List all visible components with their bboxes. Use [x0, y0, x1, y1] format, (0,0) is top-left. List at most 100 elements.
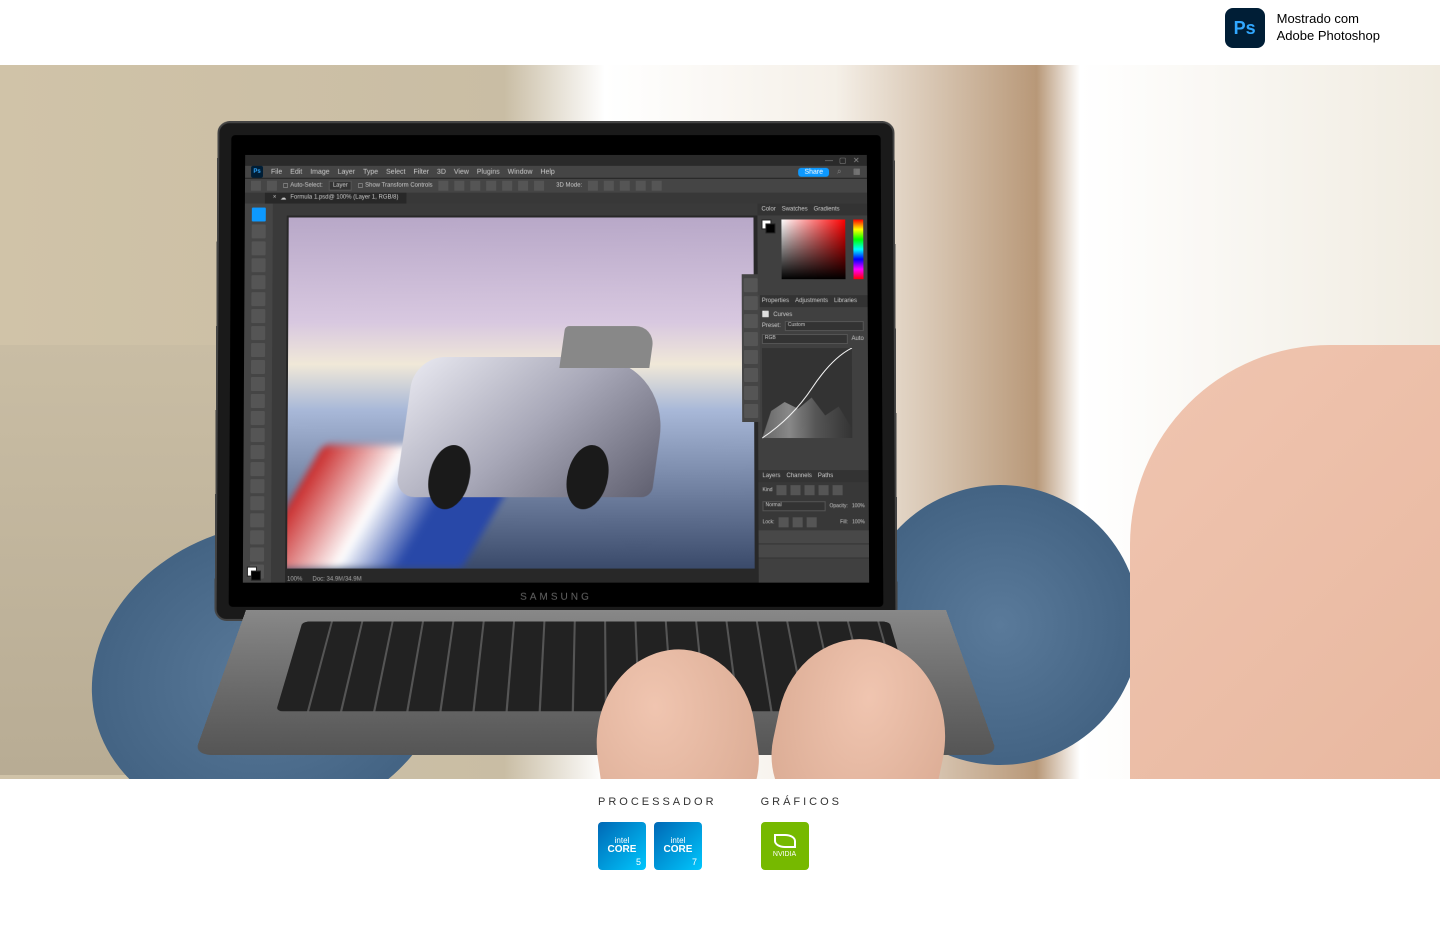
document-canvas[interactable]: [287, 218, 755, 569]
shown-with-text: Mostrado com Adobe Photoshop: [1277, 11, 1380, 45]
tab-properties[interactable]: Properties: [762, 298, 789, 304]
fill-value[interactable]: 100%: [852, 519, 865, 525]
menu-image[interactable]: Image: [310, 169, 329, 176]
panel-icon[interactable]: [744, 332, 758, 346]
marquee-tool-icon[interactable]: [252, 224, 266, 238]
laptop-screen: — ▢ ✕ Ps File Edit Image Layer Type Sele…: [243, 155, 869, 583]
menu-3d[interactable]: 3D: [437, 169, 446, 176]
panel-icon[interactable]: [744, 350, 758, 364]
panel-icon[interactable]: [744, 314, 758, 328]
distribute-icon[interactable]: [502, 181, 512, 191]
dodge-tool-icon[interactable]: [251, 445, 265, 459]
brush-tool-icon[interactable]: [251, 343, 265, 357]
menu-plugins[interactable]: Plugins: [477, 169, 500, 176]
menu-type[interactable]: Type: [363, 169, 378, 176]
tab-gradients[interactable]: Gradients: [814, 207, 840, 213]
move-tool-preset-icon[interactable]: [267, 181, 277, 191]
lock-icon[interactable]: [779, 517, 789, 527]
auto-select-checkbox[interactable]: ☐ Auto-Select:: [283, 182, 323, 189]
panel-icon[interactable]: [744, 386, 758, 400]
panel-icon[interactable]: [744, 278, 758, 292]
preset-dropdown[interactable]: Custom: [785, 321, 864, 331]
selection-tool-icon[interactable]: [252, 258, 266, 272]
lock-icon[interactable]: [807, 517, 817, 527]
menu-window[interactable]: Window: [508, 169, 533, 176]
blur-tool-icon[interactable]: [251, 428, 265, 442]
tab-libraries[interactable]: Libraries: [834, 298, 857, 304]
menu-view[interactable]: View: [454, 169, 469, 176]
menu-select[interactable]: Select: [386, 169, 405, 176]
menu-file[interactable]: File: [271, 169, 282, 176]
color-field[interactable]: [781, 219, 845, 279]
home-icon[interactable]: [251, 181, 261, 191]
mode-3d-icon[interactable]: [636, 181, 646, 191]
fg-bg-swatch[interactable]: [761, 219, 775, 293]
lock-icon[interactable]: [793, 517, 803, 527]
menu-help[interactable]: Help: [540, 169, 554, 176]
color-panel-tabs: Color Swatches Gradients: [757, 204, 867, 216]
menu-layer[interactable]: Layer: [338, 169, 355, 176]
layer-row[interactable]: [759, 544, 869, 558]
hand-tool-icon[interactable]: [250, 530, 264, 544]
mode-3d-icon[interactable]: [620, 181, 630, 191]
auto-button[interactable]: Auto: [851, 336, 863, 342]
workspace-icon[interactable]: ▦: [853, 168, 861, 176]
more-icon[interactable]: [534, 181, 544, 191]
panel-icon[interactable]: [744, 368, 758, 382]
canvas-area: 100% Doc: 34.9M/34.9M: [271, 204, 759, 583]
zoom-value[interactable]: 100%: [287, 577, 302, 583]
tab-adjustments[interactable]: Adjustments: [795, 298, 828, 304]
move-tool-icon[interactable]: [252, 208, 266, 222]
gradient-tool-icon[interactable]: [251, 411, 265, 425]
layer-row[interactable]: [759, 530, 869, 544]
shape-tool-icon[interactable]: [250, 513, 264, 527]
panel-icon[interactable]: [744, 296, 758, 310]
intel-core-7-badge: intel CORE 7: [654, 822, 702, 870]
distribute-icon[interactable]: [486, 181, 496, 191]
mode-3d-icon[interactable]: [604, 181, 614, 191]
tab-swatches[interactable]: Swatches: [782, 207, 808, 213]
mode-3d-icon[interactable]: [652, 181, 662, 191]
minimize-icon[interactable]: —: [825, 157, 833, 165]
align-icon[interactable]: [470, 181, 480, 191]
menu-edit[interactable]: Edit: [290, 169, 302, 176]
nvidia-brand: NVIDIA: [773, 851, 796, 858]
history-brush-tool-icon[interactable]: [251, 377, 265, 391]
pen-tool-icon[interactable]: [250, 462, 264, 476]
stamp-tool-icon[interactable]: [251, 360, 265, 374]
lock-label: Lock:: [763, 519, 775, 525]
opacity-value[interactable]: 100%: [852, 503, 865, 509]
align-icon[interactable]: [455, 181, 465, 191]
search-icon[interactable]: ⌕: [837, 168, 845, 176]
show-transform-checkbox[interactable]: ☐ Show Transform Controls: [358, 182, 433, 189]
distribute-icon[interactable]: [518, 181, 528, 191]
tab-color[interactable]: Color: [761, 207, 775, 213]
align-icon[interactable]: [439, 181, 449, 191]
share-button[interactable]: Share: [798, 168, 829, 177]
eraser-tool-icon[interactable]: [251, 394, 265, 408]
document-tab[interactable]: × ☁ Formula 1.psd@ 100% (Layer 1, RGB/8): [265, 193, 407, 204]
maximize-icon[interactable]: ▢: [839, 157, 847, 165]
eyedropper-tool-icon[interactable]: [251, 309, 265, 323]
color-swatches-icon[interactable]: [247, 567, 261, 581]
photoshop-logo-icon: Ps: [251, 166, 263, 178]
hero-lifestyle-image: — ▢ ✕ Ps File Edit Image Layer Type Sele…: [0, 65, 1440, 779]
menu-filter[interactable]: Filter: [413, 169, 429, 176]
healing-tool-icon[interactable]: [251, 326, 265, 340]
hue-slider[interactable]: [853, 219, 863, 279]
lasso-tool-icon[interactable]: [252, 241, 266, 255]
curves-graph[interactable]: [762, 348, 852, 438]
crop-tool-icon[interactable]: [251, 275, 265, 289]
mode-3d-icon[interactable]: [588, 181, 598, 191]
cloud-icon: ☁: [280, 195, 286, 202]
zoom-tool-icon[interactable]: [250, 547, 264, 561]
path-tool-icon[interactable]: [250, 496, 264, 510]
channel-dropdown[interactable]: RGB: [762, 334, 848, 344]
frame-tool-icon[interactable]: [251, 292, 265, 306]
layer-dropdown[interactable]: Layer: [329, 181, 352, 191]
close-tab-icon[interactable]: ×: [273, 195, 277, 201]
type-tool-icon[interactable]: [250, 479, 264, 493]
blend-mode-dropdown[interactable]: Normal: [762, 501, 825, 511]
panel-icon[interactable]: [744, 404, 758, 418]
close-icon[interactable]: ✕: [853, 157, 861, 165]
